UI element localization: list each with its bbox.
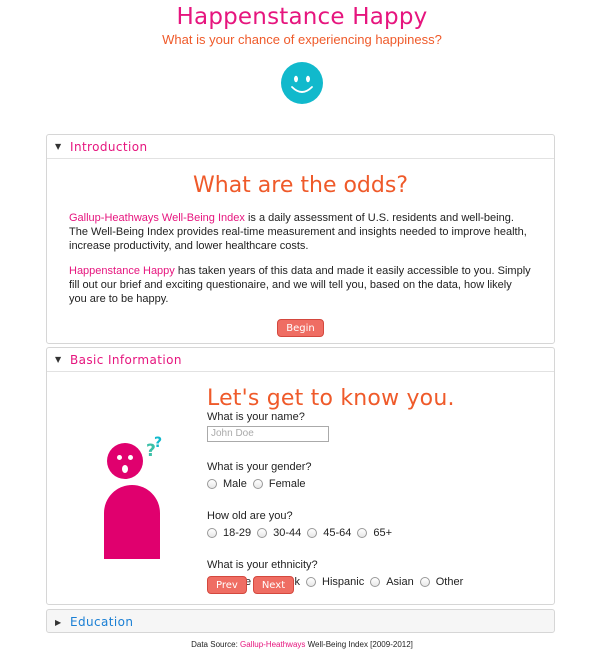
gender-option-female[interactable]: Female — [252, 477, 306, 491]
person-body — [104, 485, 160, 559]
ethnicity-option-asian[interactable]: Asian — [370, 575, 414, 589]
age-option-65-plus[interactable]: 65+ — [357, 526, 392, 540]
happenstance-link[interactable]: Happenstance Happy — [69, 265, 175, 277]
page-header: Happenstance Happy What is your chance o… — [0, 0, 604, 104]
option-label: Hispanic — [322, 576, 365, 588]
option-label: 65+ — [373, 527, 393, 539]
basic-info-form: What is your name? John Doe What is your… — [207, 410, 469, 589]
option-label: 45-64 — [323, 527, 352, 539]
app-subtitle: What is your chance of experiencing happ… — [162, 32, 442, 47]
gallup-link[interactable]: Gallup-Heathways Well-Being Index — [69, 212, 245, 224]
person-illustration: ? ? — [104, 435, 166, 559]
option-label: Female — [268, 478, 306, 490]
intro-paragraph-1: Gallup-Heathways Well-Being Index is a d… — [47, 211, 554, 253]
caret-down-icon: ▼ — [55, 355, 62, 364]
age-option-45-64[interactable]: 45-64 — [307, 526, 351, 540]
smiley-face-icon — [281, 62, 323, 104]
introduction-header[interactable]: ▼ Introduction — [47, 135, 554, 159]
person-eye-left — [117, 455, 122, 460]
option-label: Asian — [386, 576, 414, 588]
option-label: Male — [223, 478, 247, 490]
person-head — [107, 443, 143, 479]
name-input[interactable]: John Doe — [207, 426, 329, 442]
app-title: Happenstance Happy — [176, 4, 428, 30]
education-header[interactable]: ▶ Education — [47, 610, 554, 634]
option-label: 18-29 — [223, 527, 252, 539]
education-panel: ▶ Education — [46, 609, 555, 633]
prev-button[interactable]: Prev — [207, 576, 247, 594]
caret-right-icon: ▶ — [55, 617, 62, 627]
age-option-30-44[interactable]: 30-44 — [257, 526, 301, 540]
footer-prefix: Data Source: — [191, 640, 241, 649]
footer-suffix: Well-Being Index [2009-2012] — [305, 640, 413, 649]
introduction-panel: ▼ Introduction What are the odds? Gallup… — [46, 134, 555, 344]
question-mark-icon: ? — [154, 435, 163, 451]
ethnicity-question: What is your ethnicity? — [207, 559, 318, 571]
gender-option-male[interactable]: Male — [207, 477, 247, 491]
radio-button[interactable] — [307, 528, 318, 538]
gender-group: What is your gender? Male Female — [207, 460, 469, 491]
introduction-label: Introduction — [70, 139, 148, 154]
know-you-heading: Let's get to know you. — [207, 386, 455, 411]
radio-button[interactable] — [252, 479, 263, 489]
odds-heading: What are the odds? — [193, 173, 408, 198]
radio-button[interactable] — [207, 479, 217, 489]
ethnicity-option-other[interactable]: Other — [419, 575, 464, 589]
radio-button[interactable] — [207, 528, 217, 538]
age-option-18-29[interactable]: 18-29 — [207, 526, 251, 540]
basic-information-panel: ▼ Basic Information ? ? Let's get to kno… — [46, 347, 555, 605]
gallup-footer-link[interactable]: Gallup-Heathways — [240, 640, 305, 649]
option-label: 30-44 — [273, 527, 302, 539]
education-label: Education — [70, 615, 134, 629]
basic-information-header[interactable]: ▼ Basic Information — [47, 348, 554, 372]
data-source-footer: Data Source: Gallup-Heathways Well-Being… — [0, 640, 604, 649]
begin-button[interactable]: Begin — [277, 319, 324, 337]
radio-button[interactable] — [306, 577, 317, 587]
person-mouth — [122, 465, 128, 473]
intro-paragraph-2: Happenstance Happy has taken years of th… — [47, 264, 554, 306]
radio-button[interactable] — [257, 528, 268, 538]
age-group: How old are you? 18-29 30-44 45-64 65+ — [207, 509, 469, 540]
person-eye-right — [128, 455, 133, 460]
radio-button[interactable] — [357, 528, 368, 538]
radio-button[interactable] — [370, 577, 381, 587]
form-navigation: Prev Next — [207, 576, 295, 594]
next-button[interactable]: Next — [252, 576, 295, 594]
basic-information-label: Basic Information — [70, 352, 182, 367]
ethnicity-option-hispanic[interactable]: Hispanic — [306, 575, 364, 589]
caret-down-icon: ▼ — [55, 142, 62, 151]
age-question: How old are you? — [207, 510, 293, 522]
gender-question: What is your gender? — [207, 461, 312, 473]
option-label: Other — [435, 576, 464, 588]
radio-button[interactable] — [419, 577, 430, 587]
name-question: What is your name? — [207, 411, 305, 423]
